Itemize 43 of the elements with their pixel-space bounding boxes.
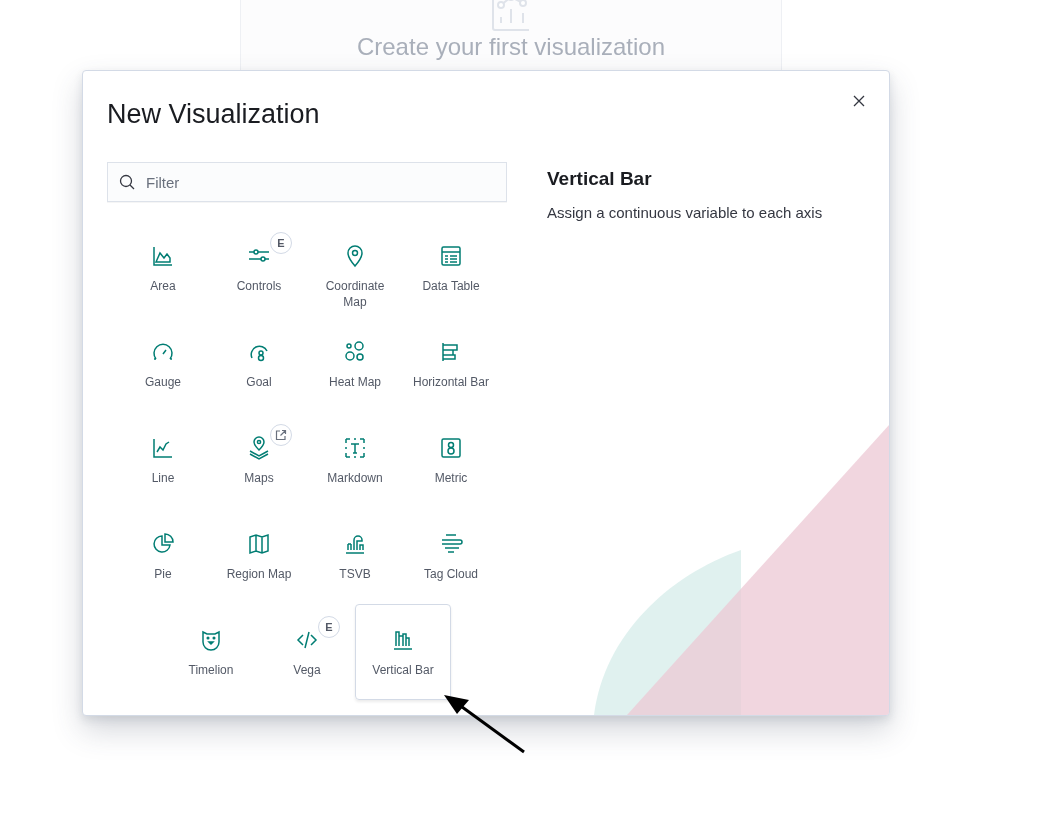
visualization-type-tile[interactable]: Markdown xyxy=(307,412,403,508)
visualization-type-icon xyxy=(439,436,463,460)
visualization-type-tile[interactable]: Metric xyxy=(403,412,499,508)
visualization-type-icon xyxy=(343,532,367,556)
visualization-type-tile[interactable]: Area xyxy=(115,220,211,316)
visualization-type-tile[interactable]: Line xyxy=(115,412,211,508)
visualization-type-tile[interactable]: Timelion xyxy=(163,604,259,700)
visualization-type-icon xyxy=(391,628,415,652)
visualization-type-icon xyxy=(343,436,367,460)
close-icon xyxy=(853,95,865,107)
visualization-type-icon xyxy=(343,340,367,364)
visualization-type-icon xyxy=(439,532,463,556)
external-link-icon xyxy=(275,429,287,441)
visualization-type-tile[interactable]: Heat Map xyxy=(307,316,403,412)
beta-badge: E xyxy=(318,616,340,638)
visualization-type-tile[interactable]: E Vega xyxy=(259,604,355,700)
visualization-type-icon xyxy=(247,532,271,556)
visualization-type-tile[interactable]: Goal xyxy=(211,316,307,412)
visualization-type-icon xyxy=(247,436,271,460)
visualization-type-tile[interactable]: E Controls xyxy=(211,220,307,316)
visualization-type-icon xyxy=(439,244,463,268)
visualization-type-tile[interactable]: Data Table xyxy=(403,220,499,316)
filter-field[interactable]: Filter xyxy=(107,162,507,202)
visualization-type-tile[interactable]: TSVB xyxy=(307,508,403,604)
visualization-type-tile[interactable]: Horizontal Bar xyxy=(403,316,499,412)
visualization-type-icon xyxy=(151,244,175,268)
visualization-type-tile[interactable]: Vertical Bar xyxy=(355,604,451,700)
visualization-type-icon xyxy=(151,436,175,460)
empty-state-heading: Create your first visualization xyxy=(356,33,666,61)
visualization-type-tile[interactable]: Pie xyxy=(115,508,211,604)
visualization-type-tile[interactable]: Gauge xyxy=(115,316,211,412)
visualization-type-tile[interactable]: Coordinate Map xyxy=(307,220,403,316)
visualization-type-tile[interactable]: Tag Cloud xyxy=(403,508,499,604)
description-text: Assign a continuous variable to each axis xyxy=(547,204,823,221)
visualization-type-icon xyxy=(151,532,175,556)
beta-badge: E xyxy=(270,232,292,254)
visualization-type-tile[interactable]: Region Map xyxy=(211,508,307,604)
search-icon xyxy=(119,174,135,190)
visualization-type-icon xyxy=(199,628,223,652)
dialog-title: New Visualization xyxy=(107,99,320,130)
description-title: Vertical Bar xyxy=(547,168,653,190)
visualization-type-tile[interactable]: Maps xyxy=(211,412,307,508)
close-button[interactable] xyxy=(851,93,867,109)
